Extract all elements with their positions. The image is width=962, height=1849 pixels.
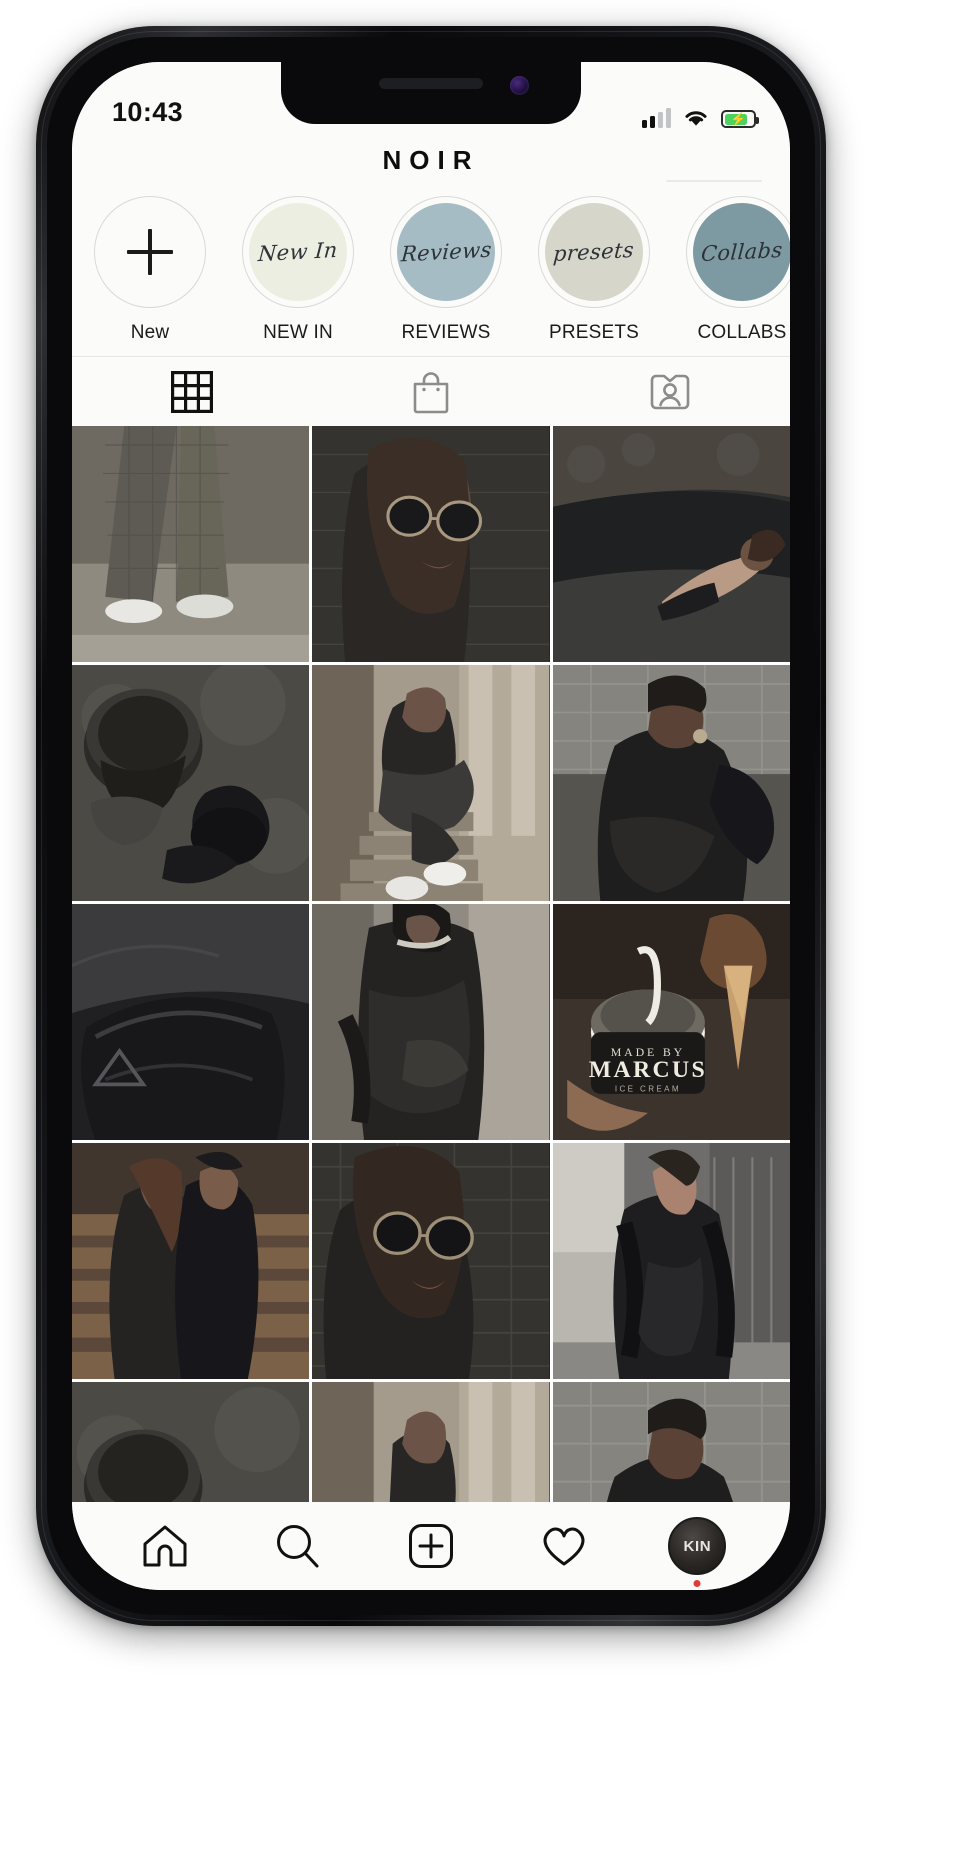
battery-charging-icon: ⚡ — [721, 110, 759, 128]
highlight-new[interactable]: New — [76, 196, 224, 344]
phone-screen: 10:43 ⚡ NOIR New New In NEW IN Reviews R… — [72, 62, 790, 1590]
highlight-ring — [94, 196, 206, 308]
notification-dot — [693, 1580, 701, 1587]
tagged-person-icon — [651, 374, 690, 409]
svg-text:ICE CREAM: ICE CREAM — [615, 1084, 681, 1093]
highlight-cover-script: Reviews — [399, 237, 493, 267]
post-thumbnail — [552, 1382, 790, 1502]
heart-icon — [543, 1527, 585, 1566]
highlight-cover: New In — [249, 203, 347, 301]
highlight-label: NEW IN — [263, 322, 333, 343]
highlight-cover — [101, 203, 199, 301]
grid-post[interactable] — [312, 1382, 550, 1502]
post-thumbnail — [72, 904, 310, 1140]
post-thumbnail — [72, 1143, 310, 1379]
device-notch — [281, 62, 581, 124]
grid-post[interactable] — [312, 665, 550, 901]
highlight-new-in[interactable]: New In NEW IN — [224, 196, 372, 344]
tagged-tab[interactable] — [551, 357, 790, 426]
highlight-label: PRESETS — [548, 322, 640, 343]
bottom-navigation-bar: KIN — [72, 1502, 790, 1590]
avatar: KIN — [668, 1517, 727, 1587]
highlight-ring: New In — [242, 196, 354, 308]
grid-post[interactable] — [72, 665, 310, 901]
wifi-icon — [685, 111, 707, 126]
highlight-cover: Collabs — [693, 203, 790, 301]
avatar-image: KIN — [668, 1517, 727, 1575]
avatar-label: KIN — [683, 1537, 712, 1555]
highlight-cover: Reviews — [397, 203, 495, 301]
phone-bezel: 10:43 ⚡ NOIR New New In NEW IN Reviews R… — [47, 37, 815, 1615]
svg-text:MARCUS: MARCUS — [588, 1057, 706, 1083]
post-thumbnail — [552, 665, 790, 901]
highlight-ring: Collabs — [686, 196, 790, 308]
cellular-signal-icon — [642, 108, 671, 128]
grid-post[interactable] — [552, 426, 790, 662]
highlight-ring: Reviews — [390, 196, 502, 308]
grid-post[interactable] — [312, 904, 550, 1140]
earpiece-speaker — [379, 78, 483, 89]
post-thumbnail — [312, 904, 550, 1140]
screenshot-root: 10:43 ⚡ NOIR New New In NEW IN Reviews R… — [0, 0, 962, 1849]
status-bar-indicators: ⚡ — [642, 107, 759, 128]
post-thumbnail — [312, 1382, 550, 1502]
grid-post[interactable] — [552, 665, 790, 901]
search-icon — [276, 1525, 319, 1568]
post-thumbnail — [312, 426, 550, 662]
create-nav-button[interactable] — [395, 1513, 467, 1579]
status-bar-clock: 10:43 — [112, 97, 184, 127]
page-title: NOIR — [382, 144, 480, 175]
grid-post[interactable] — [72, 426, 310, 662]
highlight-ring: presets — [538, 196, 650, 308]
profile-nav-button[interactable]: KIN — [661, 1513, 733, 1587]
highlight-presets[interactable]: presets PRESETS — [520, 196, 668, 344]
highlight-cover-script: Collabs — [700, 237, 784, 267]
activity-nav-button[interactable] — [528, 1513, 600, 1579]
highlight-cover-script: presets — [552, 237, 636, 267]
highlight-label: COLLABS — [697, 322, 787, 343]
search-nav-button[interactable] — [262, 1513, 334, 1579]
grid-post[interactable] — [312, 426, 550, 662]
post-thumbnail — [72, 1382, 310, 1502]
grid-post[interactable] — [552, 1382, 790, 1502]
plus-icon — [127, 229, 173, 275]
post-grid: MADE BY MARCUS ICE CREAM — [72, 426, 790, 1502]
grid-post[interactable] — [552, 1143, 790, 1379]
highlight-cover: presets — [545, 203, 643, 301]
plus-square-icon — [408, 1524, 453, 1568]
highlight-label: REVIEWS — [401, 322, 491, 343]
post-thumbnail — [312, 665, 550, 901]
highlight-reviews[interactable]: Reviews REVIEWS — [372, 196, 520, 344]
profile-tab-strip — [72, 356, 790, 426]
shop-tab[interactable] — [311, 357, 550, 426]
front-camera-icon — [510, 76, 529, 95]
phone-device-frame: 10:43 ⚡ NOIR New New In NEW IN Reviews R… — [36, 26, 826, 1626]
grid-tab[interactable] — [72, 357, 311, 426]
grid-post[interactable] — [312, 1143, 550, 1379]
post-thumbnail — [552, 426, 790, 662]
home-icon — [143, 1525, 187, 1567]
grid-post[interactable]: MADE BY MARCUS ICE CREAM — [552, 904, 790, 1140]
grid-post[interactable] — [72, 904, 310, 1140]
post-thumbnail — [72, 665, 310, 901]
home-nav-button[interactable] — [129, 1513, 201, 1579]
grid-icon — [170, 370, 213, 413]
story-highlights-row: New New In NEW IN Reviews REVIEWS preset… — [72, 184, 790, 356]
grid-post[interactable] — [72, 1143, 310, 1379]
highlight-collabs[interactable]: Collabs COLLABS — [668, 196, 790, 344]
post-thumbnail — [312, 1143, 550, 1379]
grid-post[interactable] — [72, 1382, 310, 1502]
post-thumbnail — [552, 1143, 790, 1379]
highlight-cover-script: New In — [257, 237, 339, 267]
post-thumbnail — [72, 426, 310, 662]
app-header: NOIR — [72, 136, 790, 184]
highlight-label: New — [130, 322, 170, 343]
header-divider-accent — [666, 180, 762, 182]
shopping-bag-icon — [413, 371, 449, 413]
post-thumbnail: MADE BY MARCUS ICE CREAM — [552, 904, 790, 1140]
